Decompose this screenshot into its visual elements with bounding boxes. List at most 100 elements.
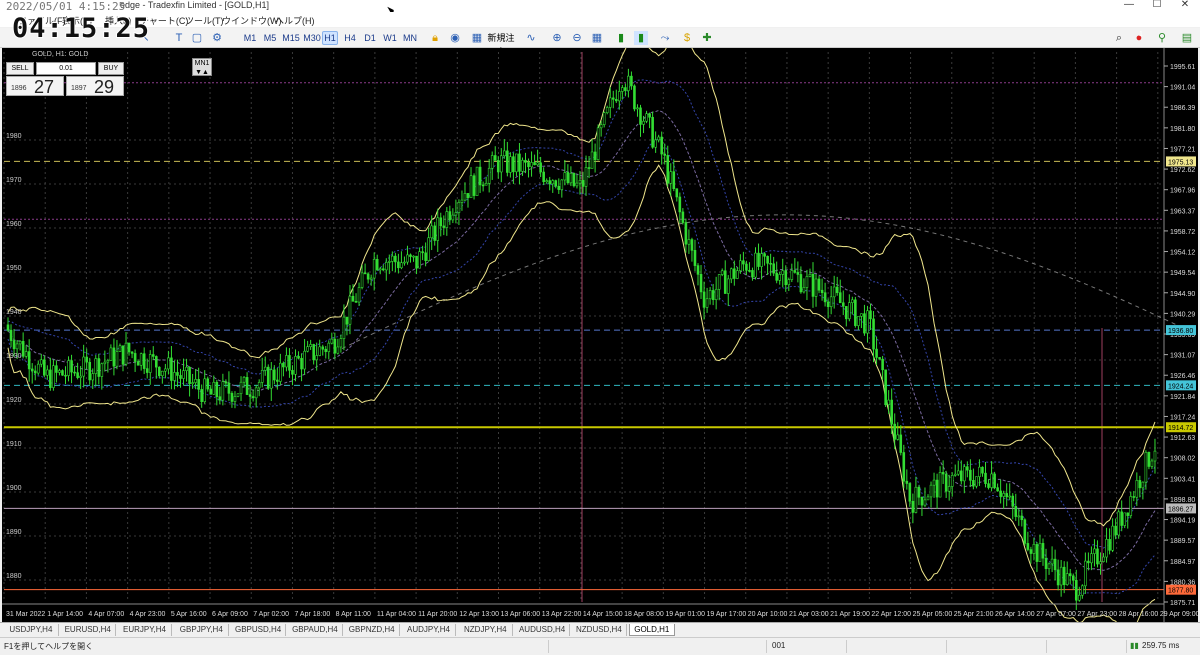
bar-chart-icon[interactable]: ▮ xyxy=(614,31,628,45)
chart-tab[interactable]: EURUSD,H4 xyxy=(61,624,116,636)
chart-shift-icon[interactable]: ✚ xyxy=(700,31,714,45)
price-axis-label: 1898.80 xyxy=(1170,497,1195,504)
candle-body xyxy=(209,388,213,395)
search-icon[interactable]: ⌕ xyxy=(1112,31,1126,45)
tf-m1[interactable]: M1 xyxy=(242,31,258,45)
chart-tab[interactable]: GBPUSD,H4 xyxy=(231,624,286,636)
indicators-icon[interactable]: ∿ xyxy=(524,31,538,45)
tf-h1[interactable]: H1 xyxy=(322,31,338,45)
chart-canvas[interactable]: 1980 1970 1960 1950 1940 1930 1920 1910 1900 1890… xyxy=(2,48,1198,622)
candle-body xyxy=(406,254,409,263)
candle-body xyxy=(684,222,688,245)
new-order-button[interactable]: 新規注文 xyxy=(484,31,518,57)
ask-price-box[interactable]: 1897 29 xyxy=(66,76,124,97)
lot-size-input[interactable]: 0.01 xyxy=(36,62,96,75)
menu-item-6[interactable]: ヘルプ(H) xyxy=(275,14,315,27)
chart-tab[interactable]: AUDJPY,H4 xyxy=(402,624,457,636)
candle-body xyxy=(97,358,101,377)
candle-body xyxy=(400,262,403,269)
candle-body xyxy=(887,399,890,406)
candle-body xyxy=(527,162,530,168)
line-chart-icon[interactable]: ⤳ xyxy=(658,31,672,45)
cursor-icon[interactable]: ↖ xyxy=(138,31,152,45)
zoom-out-icon[interactable]: ⊖ xyxy=(570,31,584,45)
candle-body xyxy=(539,162,542,173)
grid-icon[interactable]: ▦ xyxy=(590,31,604,45)
text-tool-icon[interactable]: T xyxy=(172,31,186,45)
candle-body xyxy=(103,361,107,365)
candle-body xyxy=(79,375,82,378)
candle-body xyxy=(1087,560,1090,564)
candle-body xyxy=(1041,543,1045,559)
candle-chart-icon[interactable]: ▮ xyxy=(634,31,648,45)
candle-body xyxy=(363,272,367,275)
price-chart[interactable]: 1980 1970 1960 1950 1940 1930 1920 1910 1900 1890… xyxy=(2,48,1198,622)
signal-icon[interactable]: ◉ xyxy=(448,31,462,45)
candle-body xyxy=(303,350,306,370)
menu-item-4[interactable]: ツール(T) xyxy=(185,14,224,27)
chart-tab[interactable]: AUDUSD,H4 xyxy=(515,624,570,636)
select-rect-icon[interactable]: ▢ xyxy=(190,31,204,45)
autoscroll-icon[interactable]: $ xyxy=(680,31,694,45)
candle-body xyxy=(1090,553,1093,564)
chart-tab[interactable]: GOLD,H1 xyxy=(628,624,675,636)
candle-body xyxy=(860,313,863,317)
sell-button[interactable]: SELL xyxy=(6,62,34,75)
candle-body xyxy=(881,358,884,371)
objects-icon[interactable]: ⚙ xyxy=(210,31,224,45)
candle-body xyxy=(49,369,52,388)
tf-m15[interactable]: M15 xyxy=(281,31,301,45)
candle-body xyxy=(233,396,237,402)
candle-body xyxy=(1129,496,1133,516)
candle-body xyxy=(158,366,161,377)
candle-body xyxy=(875,348,878,358)
chart-tab[interactable]: GBPAUD,H4 xyxy=(288,624,343,636)
close-button[interactable]: ✕ xyxy=(1171,0,1199,11)
chart-tab[interactable]: USDJPY,H4 xyxy=(4,624,59,636)
settings-icon[interactable]: ▤ xyxy=(1180,31,1194,45)
candle-body xyxy=(799,274,803,293)
minimize-button[interactable]: — xyxy=(1115,0,1143,11)
menu-item-5[interactable]: ウインドウ(W) xyxy=(222,14,282,27)
menu-item-3[interactable]: チャート(C) xyxy=(140,14,188,27)
menu-item-1[interactable]: 表示(V) xyxy=(62,14,92,27)
tf-h4[interactable]: H4 xyxy=(342,31,358,45)
candle-body xyxy=(27,351,31,370)
tf-m30[interactable]: M30 xyxy=(302,31,322,45)
tf-m5[interactable]: M5 xyxy=(262,31,278,45)
candle-body xyxy=(288,355,291,371)
menu-item-2[interactable]: 挿入(I) xyxy=(105,14,132,27)
candle-body xyxy=(817,278,821,291)
chart-tab[interactable]: NZDUSD,H4 xyxy=(572,624,627,636)
candle-body xyxy=(739,260,742,271)
maximize-button[interactable]: ☐ xyxy=(1143,0,1171,11)
account-icon[interactable]: ⚲ xyxy=(1155,31,1169,45)
candle-body xyxy=(173,372,176,381)
candle-body xyxy=(472,175,476,196)
bollinger-lower xyxy=(7,164,1156,622)
candle-body xyxy=(130,351,134,354)
bid-price-box[interactable]: 1896 27 xyxy=(6,76,64,97)
candle-body xyxy=(148,354,152,373)
mn1-timeframe-widget[interactable]: MN1 ▼▲ xyxy=(192,58,212,76)
candle-body xyxy=(230,393,234,402)
tf-d1[interactable]: D1 xyxy=(362,31,378,45)
lock-icon[interactable]: 🔒︎ xyxy=(428,31,442,45)
chart-tab[interactable]: EURJPY,H4 xyxy=(118,624,173,636)
inner-band-upper xyxy=(8,79,1156,549)
time-axis-label: 18 Apr 08:00 xyxy=(624,611,664,618)
candle-body xyxy=(1138,480,1142,489)
buy-button[interactable]: BUY xyxy=(98,62,124,75)
ask-price-small: 1897 xyxy=(71,85,87,92)
time-axis-label: 28 Apr 16:00 xyxy=(1119,611,1159,618)
candle-body xyxy=(944,473,948,492)
zoom-in-icon[interactable]: ⊕ xyxy=(550,31,564,45)
tf-w1[interactable]: W1 xyxy=(382,31,398,45)
chart-tab[interactable]: GBPJPY,H4 xyxy=(174,624,230,636)
chart-tab[interactable]: GBPNZD,H4 xyxy=(345,624,400,636)
new-order-icon[interactable]: ▦ xyxy=(470,31,484,45)
candle-body xyxy=(1050,558,1054,565)
chart-tab[interactable]: NZDJPY,H4 xyxy=(458,624,514,636)
menu-item-0[interactable]: ファイル(F) xyxy=(18,14,66,27)
tf-mn[interactable]: MN xyxy=(402,31,418,45)
